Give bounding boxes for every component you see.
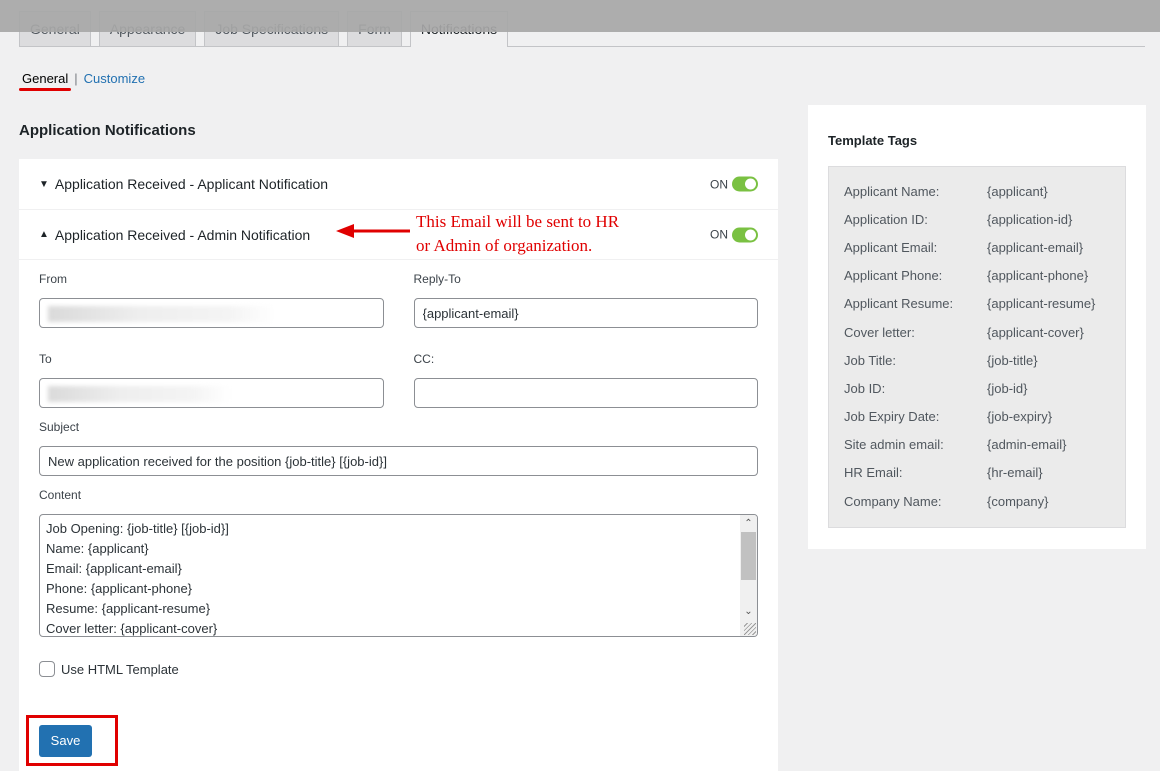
save-button[interactable]: Save [39,725,92,757]
template-tags-list: Applicant Name: {applicant} Application I… [828,166,1126,529]
tag-value: {job-title} [987,352,1038,368]
resize-handle-icon[interactable] [744,623,756,635]
template-tags-sidebar: Template Tags Applicant Name: {applicant}… [808,105,1146,549]
caret-up-icon: ▲ [39,229,49,240]
from-input[interactable] [39,298,384,328]
tab-general[interactable]: General [19,11,91,46]
tab-notifications[interactable]: Notifications [409,11,509,47]
admin-notification-toggle[interactable] [732,227,758,242]
subject-label: Subject [39,420,80,434]
content-line: Name: {applicant} [46,541,149,556]
content-scrollbar[interactable]: ⌃ ⌄ [740,515,757,636]
tag-name: Company Name: [844,493,942,509]
tag-value: {applicant-cover} [987,324,1084,340]
tag-row: Applicant Email: {applicant-email} [844,233,1110,261]
tag-value: {applicant-phone} [987,268,1089,284]
use-html-template-checkbox[interactable] [39,661,55,677]
tag-name: HR Email: [844,465,903,481]
cc-label: CC: [413,352,435,366]
tag-row: Applicant Resume: {applicant-resume} [844,290,1110,318]
tag-name: Applicant Name: [844,183,940,199]
annotation-line-1: This Email will be sent to HR [416,212,620,231]
tab-form[interactable]: Form [347,11,402,46]
subnav-general[interactable]: General [22,71,68,86]
tag-value: {application-id} [987,211,1073,227]
tag-name: Cover letter: [844,324,915,340]
tag-name: Application ID: [844,211,928,227]
tag-name: Job Title: [844,352,897,368]
content-line: Phone: {applicant-phone} [46,581,193,596]
panel-title: Application Received - Applicant Notific… [54,176,329,192]
tag-value: {applicant-email} [987,239,1084,255]
panel-header[interactable]: ▼ Application Received - Applicant Notif… [19,159,778,209]
content-line: Email: {applicant-email} [46,561,182,576]
settings-tabs: General Appearance Job Specifications Fo… [19,11,509,47]
sub-navigation: General | Customize [22,71,145,86]
tag-row: Job Title: {job-title} [844,346,1110,374]
annotation-underline [19,88,71,91]
tag-row: Application ID: {application-id} [844,205,1110,233]
admin-notification-panel: ▲ Application Received - Admin Notificat… [19,210,778,771]
subject-input[interactable] [39,446,758,476]
applicant-notification-panel: ▼ Application Received - Applicant Notif… [19,159,778,209]
toggle-label: ON [710,177,728,191]
tag-row: Job Expiry Date: {job-expiry} [844,403,1110,431]
tag-value: {applicant-resume} [987,296,1096,312]
template-tags-title: Template Tags [828,133,918,148]
tag-name: Job Expiry Date: [844,409,940,425]
tag-name: Job ID: [844,380,886,396]
reply-to-input[interactable] [413,298,758,328]
use-html-template-label: Use HTML Template [61,661,179,677]
tag-row: Cover letter: {applicant-cover} [844,318,1110,346]
tag-value: {company} [987,493,1049,509]
content-line: Cover letter: {applicant-cover} [46,621,218,636]
section-title: Application Notifications [19,122,196,139]
tag-name: Applicant Email: [844,239,938,255]
tag-name: Site admin email: [844,437,944,453]
content-textarea[interactable]: Job Opening: {job-title} [{job-id}] Name… [39,514,758,637]
reply-to-label: Reply-To [413,272,461,286]
notification-form: From Reply-To To CC: Subject Content [19,260,778,677]
tag-value: {job-expiry} [987,409,1053,425]
tab-appearance[interactable]: Appearance [98,11,197,46]
tag-value: {job-id} [987,380,1028,396]
tag-row: Applicant Name: {applicant} [844,177,1110,205]
tag-value: {admin-email} [987,437,1067,453]
from-label: From [39,272,67,286]
scroll-thumb[interactable] [741,532,756,580]
tag-value: {hr-email} [987,465,1043,481]
subnav-customize-link[interactable]: Customize [84,71,145,86]
annotation-text: This Email will be sent to HR or Admin o… [416,210,619,258]
tag-name: Applicant Resume: [844,296,954,312]
to-input[interactable] [39,378,384,408]
tab-job-specifications[interactable]: Job Specifications [204,11,340,46]
tag-row: Company Name: {company} [844,487,1110,515]
caret-down-icon: ▼ [39,178,49,190]
scroll-up-icon[interactable]: ⌃ [740,515,757,532]
content-line: Resume: {applicant-resume} [46,601,211,616]
scroll-down-icon[interactable]: ⌄ [740,603,757,620]
tag-value: {applicant} [987,183,1048,199]
subnav-separator: | [74,71,78,86]
cc-input[interactable] [413,378,758,408]
content-label: Content [39,488,82,502]
tag-name: Applicant Phone: [844,268,943,284]
tag-row: HR Email: {hr-email} [844,459,1110,487]
panel-title: Application Received - Admin Notificatio… [54,226,311,243]
tag-row: Job ID: {job-id} [844,374,1110,402]
to-label: To [39,352,52,366]
tag-row: Site admin email: {admin-email} [844,431,1110,459]
annotation-arrow-icon [336,224,410,238]
content-line: Job Opening: {job-title} [{job-id}] [46,521,229,536]
annotation-line-2: or Admin of organization. [416,236,593,255]
applicant-notification-toggle[interactable] [732,176,758,192]
toggle-label: ON [710,227,728,242]
tag-row: Applicant Phone: {applicant-phone} [844,262,1110,290]
